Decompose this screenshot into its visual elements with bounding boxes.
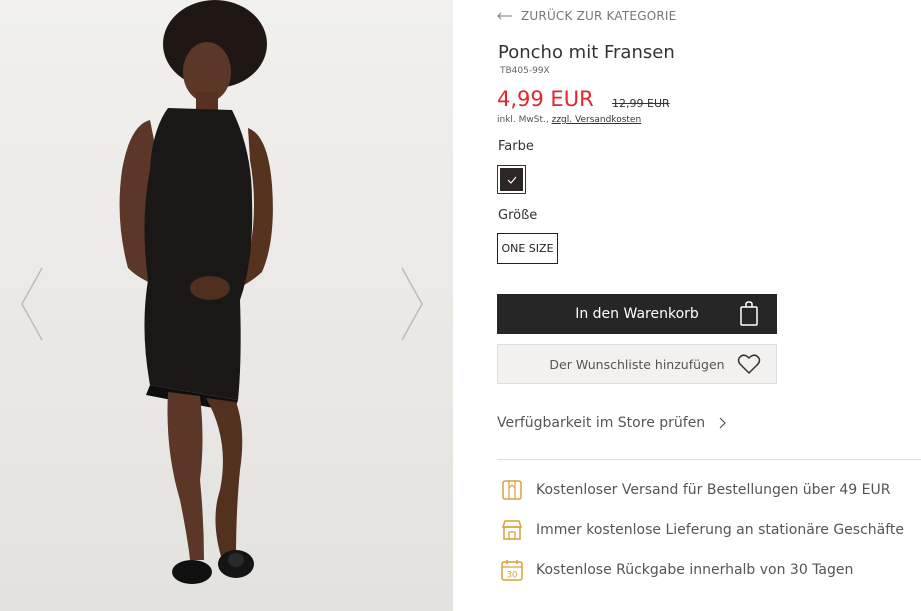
store-availability-label: Verfügbarkeit im Store prüfen xyxy=(497,415,706,431)
tax-text: inkl. MwSt., xyxy=(497,115,549,125)
shipping-box-icon xyxy=(502,480,522,500)
benefit-free-returns: 30 Kostenlose Rückgabe innerhalb von 30 … xyxy=(500,558,853,582)
product-sku: TB405-99X xyxy=(500,66,550,76)
add-to-cart-label: In den Warenkorb xyxy=(575,306,699,322)
size-option-one-size[interactable]: ONE SIZE xyxy=(497,233,558,264)
shopping-bag-icon xyxy=(740,301,758,326)
heart-icon xyxy=(737,354,761,375)
back-link-label: ZURÜCK ZUR KATEGORIE xyxy=(521,9,677,23)
product-details-panel: ZURÜCK ZUR KATEGORIE Poncho mit Fransen … xyxy=(497,0,921,611)
add-to-wishlist-button[interactable]: Der Wunschliste hinzufügen xyxy=(497,344,777,384)
shipping-costs-link[interactable]: zzgl. Versandkosten xyxy=(552,115,642,125)
add-to-wishlist-label: Der Wunschliste hinzufügen xyxy=(549,356,725,372)
store-icon xyxy=(501,520,523,540)
benefit-text: Immer kostenlose Lieferung an stationäre… xyxy=(536,522,905,538)
color-swatch-black[interactable] xyxy=(497,165,526,194)
calendar-30-icon: 30 xyxy=(501,560,523,581)
size-label: Größe xyxy=(498,208,538,223)
benefit-store-delivery: Immer kostenlose Lieferung an stationäre… xyxy=(500,518,904,542)
arrow-left-icon xyxy=(497,12,512,20)
product-photo xyxy=(0,0,453,611)
product-title: Poncho mit Fransen xyxy=(498,42,675,63)
current-price: 4,99 EUR xyxy=(497,87,594,111)
tax-info: inkl. MwSt., zzgl. Versandkosten xyxy=(497,115,641,125)
add-to-cart-button[interactable]: In den Warenkorb xyxy=(497,294,777,334)
benefit-free-shipping: Kostenloser Versand für Bestellungen übe… xyxy=(500,478,890,502)
benefit-text: Kostenlose Rückgabe innerhalb von 30 Tag… xyxy=(536,562,854,578)
store-availability-link[interactable]: Verfügbarkeit im Store prüfen xyxy=(497,415,727,431)
check-icon xyxy=(507,176,516,184)
chevron-right-icon[interactable] xyxy=(396,266,426,342)
benefit-text: Kostenloser Versand für Bestellungen übe… xyxy=(536,482,891,498)
old-price: 12,99 EUR xyxy=(612,97,670,110)
back-to-category-link[interactable]: ZURÜCK ZUR KATEGORIE xyxy=(497,9,676,23)
chevron-left-icon[interactable] xyxy=(18,266,48,342)
product-image-gallery xyxy=(0,0,453,611)
chevron-right-small-icon xyxy=(719,417,727,429)
divider xyxy=(497,459,921,460)
svg-text:30: 30 xyxy=(507,571,518,581)
color-label: Farbe xyxy=(498,139,534,154)
